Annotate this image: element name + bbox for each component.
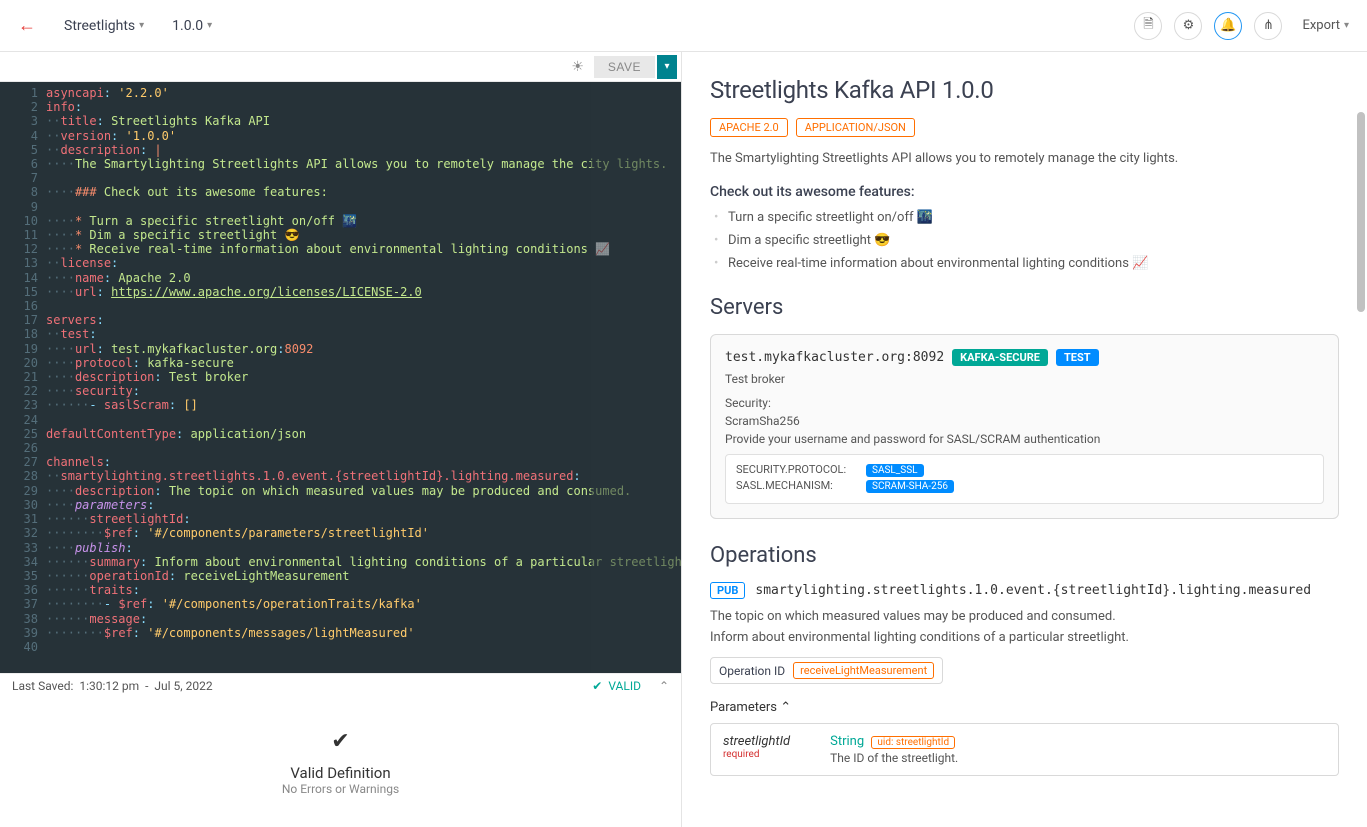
chevron-up-icon: ⌃ <box>780 700 791 715</box>
operation-summary: Inform about environmental lighting cond… <box>710 630 1339 645</box>
valid-badge: VALID <box>608 679 641 693</box>
kv-key: SECURITY.PROTOCOL: <box>736 463 866 476</box>
code-editor[interactable]: 1234567891011121314151617181920212223242… <box>0 82 681 673</box>
license-tag: APACHE 2.0 <box>710 118 788 137</box>
chevron-down-icon: ▾ <box>207 20 212 31</box>
preview-pane[interactable]: Streetlights Kafka API 1.0.0 APACHE 2.0A… <box>682 52 1367 827</box>
minimap[interactable] <box>591 82 681 673</box>
param-uid-badge: uid: streetlightId <box>871 736 955 749</box>
operation-id-label: Operation ID <box>719 664 785 678</box>
code-content[interactable]: asyncapi: '2.2.0'info:··title: Streetlig… <box>46 82 681 673</box>
save-button[interactable]: SAVE <box>594 56 655 78</box>
check-icon: ✔ <box>592 679 602 693</box>
scrollbar-thumb[interactable] <box>1357 112 1365 312</box>
feature-item: Turn a specific streetlight on/off 🌃 <box>728 210 1339 225</box>
license-tag: APPLICATION/JSON <box>796 118 915 137</box>
version-selector[interactable]: 1.0.0▾ <box>172 18 212 34</box>
last-saved: Last Saved: 1:30:12 pm - Jul 5, 2022 <box>12 679 213 693</box>
parameters-toggle[interactable]: Parameters ⌃ <box>710 700 1339 715</box>
validation-subtitle: No Errors or Warnings <box>282 782 399 796</box>
security-type: ScramSha256 <box>725 414 1324 428</box>
gear-icon[interactable]: ⚙ <box>1174 12 1202 40</box>
kv-value-badge: SCRAM-SHA-256 <box>866 480 954 493</box>
operation-description: The topic on which measured values may b… <box>710 609 1339 624</box>
collapse-icon[interactable]: ⌃ <box>659 679 669 693</box>
operation-id-value: receiveLightMeasurement <box>793 662 934 679</box>
chevron-down-icon: ▾ <box>1344 20 1349 31</box>
param-name: streetlightId <box>723 734 790 749</box>
features-heading: Check out its awesome features: <box>710 184 1339 200</box>
share-icon[interactable]: ⋔ <box>1254 12 1282 40</box>
chevron-down-icon: ▾ <box>139 20 144 31</box>
operation-channel: smartylighting.streetlights.1.0.event.{s… <box>755 583 1311 598</box>
operations-heading: Operations <box>710 543 1339 568</box>
server-name-badge: TEST <box>1056 349 1099 366</box>
server-card: test.mykafkacluster.org:8092 KAFKA-SECUR… <box>710 334 1339 519</box>
project-selector[interactable]: Streetlights▾ <box>64 18 144 34</box>
editor-pane: ☀ SAVE ▾ 1234567891011121314151617181920… <box>0 52 682 827</box>
param-description: The ID of the streetlight. <box>830 751 958 765</box>
param-required: required <box>723 749 790 760</box>
security-details: SECURITY.PROTOCOL:SASL_SSL SASL.MECHANIS… <box>725 454 1324 504</box>
parameter-row: streetlightId required String uid: stree… <box>710 723 1339 776</box>
api-title: Streetlights Kafka API 1.0.0 <box>710 76 1339 104</box>
servers-heading: Servers <box>710 295 1339 320</box>
tag-row: APACHE 2.0 APPLICATION/JSON <box>710 118 1339 137</box>
save-dropdown[interactable]: ▾ <box>657 55 677 79</box>
validation-panel: ✔ Valid Definition No Errors or Warnings <box>0 697 681 827</box>
server-url: test.mykafkacluster.org:8092 <box>725 350 944 365</box>
feature-item: Receive real-time information about envi… <box>728 256 1339 271</box>
param-type: String <box>830 734 864 749</box>
security-label: Security: <box>725 396 1324 410</box>
features-list: Turn a specific streetlight on/off 🌃 Dim … <box>710 210 1339 271</box>
kv-key: SASL.MECHANISM: <box>736 479 866 492</box>
api-description: The Smartylighting Streetlights API allo… <box>710 151 1339 166</box>
server-description: Test broker <box>725 372 1324 386</box>
topbar: ← Streetlights▾ 1.0.0▾ 🗎 ⚙ 🔔 ⋔ Export▾ <box>0 0 1367 52</box>
protocol-badge: KAFKA-SECURE <box>952 349 1048 366</box>
pub-badge: PUB <box>710 582 745 599</box>
feature-item: Dim a specific streetlight 😎 <box>728 233 1339 248</box>
validation-title: Valid Definition <box>290 764 390 782</box>
back-arrow-icon[interactable]: ← <box>18 15 36 36</box>
theme-icon[interactable]: ☀ <box>563 59 592 75</box>
line-gutter: 1234567891011121314151617181920212223242… <box>0 82 46 673</box>
check-icon: ✔ <box>331 729 349 754</box>
export-button[interactable]: Export▾ <box>1302 18 1349 33</box>
bell-icon[interactable]: 🔔 <box>1214 12 1242 40</box>
document-icon[interactable]: 🗎 <box>1134 12 1162 40</box>
kv-value-badge: SASL_SSL <box>866 464 924 477</box>
operation-id-box: Operation ID receiveLightMeasurement <box>710 657 943 684</box>
scrollbar[interactable] <box>1357 52 1365 827</box>
security-description: Provide your username and password for S… <box>725 432 1324 446</box>
editor-status-bar: Last Saved: 1:30:12 pm - Jul 5, 2022 ✔ VA… <box>0 673 681 697</box>
